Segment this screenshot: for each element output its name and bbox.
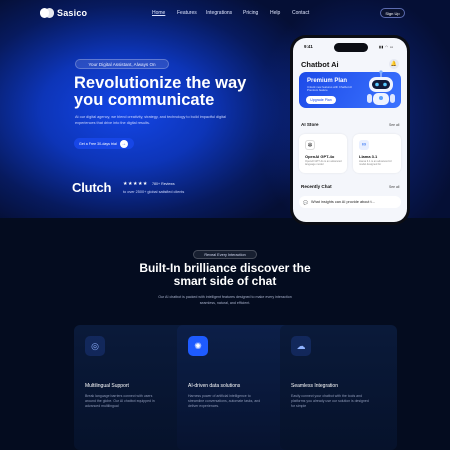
hero-headline: Revolutionize the way you communicate [74, 75, 274, 109]
phone-screen: 9:41 ▮▮ ◠ ▭ Chatbot Ai 🔔 Premium Plan Un… [293, 38, 407, 222]
section-heading-line-2: smart side of chat [173, 274, 277, 288]
model-desc: Llama 3.1 is an advanced AI model design… [359, 160, 392, 167]
status-icons: ▮▮ ◠ ▭ [379, 45, 394, 49]
model-name: Llama 3.1 [359, 154, 378, 159]
upgrade-plan-button[interactable]: Upgrade Plan [306, 96, 336, 104]
recent-chat-item[interactable]: 💬 What insights can AI provide about t..… [299, 196, 401, 208]
feature-desc: Break language barriers connect with use… [85, 394, 155, 408]
see-all-link[interactable]: See all [389, 123, 399, 127]
model-name: OpenAI GPT-4o [305, 154, 335, 159]
integration-icon: ☁ [291, 336, 311, 356]
logo-icon [40, 8, 54, 18]
section-pill: Reveal Every Interaction [193, 250, 257, 259]
satisfied-clients: to over 2500+ global satisfied clients [123, 190, 185, 194]
model-desc: OpenAI GPT-4o is an advanced language mo… [305, 160, 342, 167]
nav-integrations[interactable]: Integrations [206, 10, 232, 16]
globe-chat-icon: ◎ [85, 336, 105, 356]
top-navbar: Sasico Home Features Integrations Pricin… [0, 0, 450, 26]
feature-card-multilingual: ◎ Multilingual Support Break language ba… [74, 325, 191, 450]
arrow-right-icon: → [119, 139, 128, 148]
recent-chat-title: Recently Chat [301, 184, 332, 189]
meta-icon: ∞ [359, 140, 369, 150]
nav-pricing[interactable]: Pricing [243, 10, 258, 16]
nav-contact[interactable]: Contact [292, 10, 309, 16]
premium-card: Premium Plan Unlock new features with Ch… [299, 70, 401, 108]
free-trial-button[interactable]: Get a Free 30-days trial → [74, 138, 134, 149]
headline-line-2: you communicate [74, 91, 215, 109]
section-description: Our AI chatbot is packed with intelligen… [158, 295, 292, 305]
nav-help[interactable]: Help [270, 10, 280, 16]
feature-title: Seamless Integration [291, 383, 338, 389]
recent-see-all-link[interactable]: See all [389, 185, 399, 189]
chip-icon: ✺ [188, 336, 208, 356]
app-title: Chatbot Ai [301, 60, 339, 69]
feature-card-ai-data: ✺ AI-driven data solutions Harness power… [177, 325, 294, 450]
model-card-gpt4o[interactable]: ✲ OpenAI GPT-4o OpenAI GPT-4o is an adva… [299, 134, 347, 173]
signup-button[interactable]: Sign Up [380, 8, 405, 18]
hero-pill: Your Digital Assistant, Always On [75, 59, 169, 69]
brand-name: Sasico [57, 8, 88, 18]
feature-title: AI-driven data solutions [188, 383, 241, 389]
bell-icon[interactable]: 🔔 [389, 59, 399, 69]
headline-line-1: Revolutionize the way [74, 74, 247, 92]
feature-card-integration: ☁ Seamless Integration Easily connect yo… [280, 325, 397, 450]
ai-store-title: AI Store [301, 122, 319, 127]
nav-home[interactable]: Home [152, 10, 165, 16]
chat-text: What insights can AI provide about t... [310, 200, 375, 204]
brand-logo[interactable]: Sasico [40, 8, 87, 18]
feature-desc: Easily connect your chatbot with the too… [291, 394, 369, 408]
premium-subtitle: Unlock new features with Chatbot AI Prem… [307, 85, 352, 93]
cta-label: Get a Free 30-days trial [79, 141, 117, 146]
chat-bubble-icon: 💬 [303, 199, 308, 205]
status-time: 9:41 [304, 44, 313, 49]
reviews-count: 780+ Reviews [152, 182, 175, 186]
section-heading: Built-In brilliance discover the smart s… [0, 262, 450, 288]
feature-title: Multilingual Support [85, 383, 129, 389]
premium-title: Premium Plan [307, 78, 348, 84]
openai-icon: ✲ [305, 140, 315, 150]
robot-icon [367, 70, 395, 105]
clutch-logo: Clutch [72, 180, 112, 195]
feature-desc: Harness power of artificial intelligence… [188, 394, 261, 408]
phone-notch [334, 43, 368, 52]
hero-subtext: At our digital agency, we blend creativi… [75, 115, 226, 125]
phone-mockup: 9:41 ▮▮ ◠ ▭ Chatbot Ai 🔔 Premium Plan Un… [290, 35, 410, 225]
model-card-llama[interactable]: ∞ Llama 3.1 Llama 3.1 is an advanced AI … [353, 134, 401, 173]
rating-stars-icon: ★★★★★ [123, 181, 148, 187]
nav-features[interactable]: Features [177, 10, 197, 16]
